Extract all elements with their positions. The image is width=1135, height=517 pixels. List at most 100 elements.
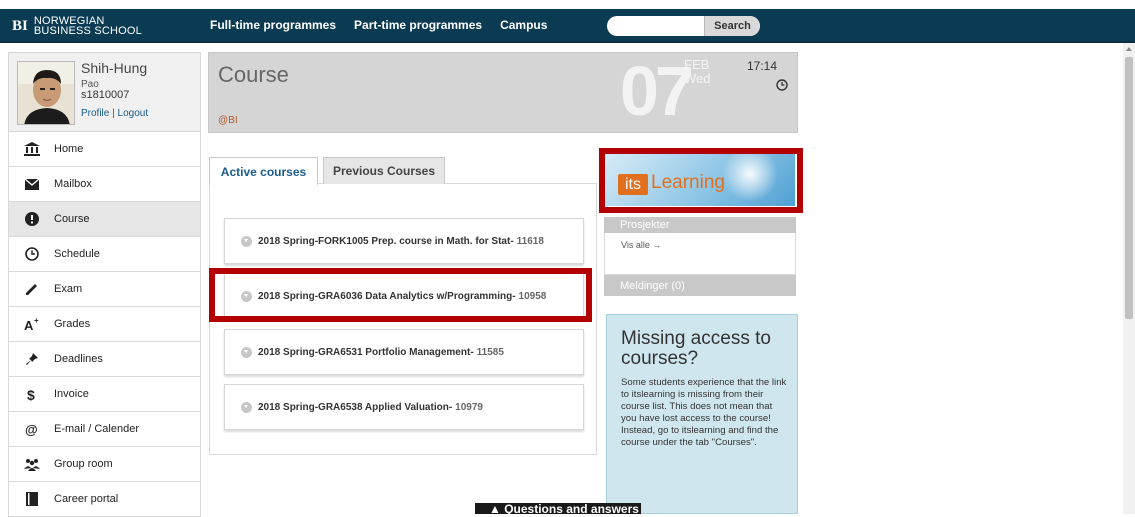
date-day: 07 (620, 52, 694, 130)
main-nav: Full-time programmes Part-time programme… (210, 18, 547, 32)
bank-icon (24, 141, 40, 157)
nav-part-time-programmes[interactable]: Part-time programmes (354, 18, 482, 32)
course-sep: - (470, 346, 474, 358)
page-title: Course (218, 62, 289, 87)
sidebar-item-home[interactable]: Home (8, 132, 201, 167)
logo-line2: BUSINESS SCHOOL (33, 25, 142, 37)
course-sep: - (512, 290, 516, 302)
sidebar-menu: Home Mailbox Course Schedule Exam A + Gra… (8, 132, 201, 517)
book-icon (24, 491, 40, 507)
sidebar-item-label: Career portal (54, 493, 119, 505)
course-code: 11618 (516, 235, 544, 247)
tab-active-courses[interactable]: Active courses (209, 157, 318, 185)
course-term: 2018 Spring (258, 401, 315, 413)
sidebar-item-exam[interactable]: Exam (8, 272, 201, 307)
sidebar-item-label: Schedule (54, 248, 100, 260)
sidebar-item-course[interactable]: Course (8, 202, 201, 237)
sidebar-item-invoice[interactable]: $ Invoice (8, 377, 201, 412)
profile-links: Profile | Logout (81, 108, 148, 119)
profile-link[interactable]: Profile (81, 108, 109, 119)
search-input[interactable] (607, 16, 707, 36)
course-term: 2018 Spring (258, 346, 315, 358)
course-item[interactable]: 2018 Spring - GRA6036 Data Analytics w/P… (224, 273, 584, 319)
clock-icon (24, 246, 40, 262)
bi-logo[interactable]: BI NORWEGIAN BUSINESS SCHOOL (12, 14, 142, 38)
profile-card: Shih-Hung Pao s1810007 Profile | Logout (8, 52, 201, 132)
expand-icon (241, 401, 252, 413)
itslearning-logo-text: Learning (651, 172, 725, 193)
itslearning-banner[interactable]: its Learning (604, 154, 795, 206)
svg-text:@: @ (25, 422, 38, 436)
course-code: 11585 (476, 346, 504, 358)
current-time: 17:14 (747, 59, 778, 73)
nav-campus[interactable]: Campus (500, 18, 547, 32)
pencil-icon (24, 281, 40, 297)
expand-icon (241, 290, 252, 302)
sidebar-item-deadlines[interactable]: Deadlines (8, 342, 201, 377)
course-item[interactable]: 2018 Spring - GRA6538 Applied Valuation … (224, 384, 584, 430)
sidebar-item-mailbox[interactable]: Mailbox (8, 167, 201, 202)
sidebar-item-grades[interactable]: A + Grades (8, 307, 201, 342)
sidebar-item-email-calendar[interactable]: @ E-mail / Calender (8, 412, 201, 447)
sidebar-item-schedule[interactable]: Schedule (8, 237, 201, 272)
logo-text: NORWEGIAN BUSINESS SCHOOL (33, 16, 142, 37)
qa-label: Questions and answers (504, 503, 639, 514)
sidebar-item-label: Group room (54, 458, 113, 470)
itslearning-logo-its: its (618, 174, 648, 195)
sidebar-item-group-room[interactable]: Group room (8, 447, 201, 482)
sidebar-item-label: Invoice (54, 388, 89, 400)
scroll-up-arrow-icon[interactable] (1126, 47, 1132, 51)
date-month-weekday: FEB Wed (684, 58, 711, 86)
page-scrollbar[interactable] (1123, 43, 1135, 514)
tab-previous-courses[interactable]: Previous Courses (323, 157, 445, 184)
at-icon: @ (24, 421, 40, 437)
sidebar-item-label: Grades (54, 318, 91, 330)
course-name: GRA6531 Portfolio Management (318, 346, 471, 358)
course-term: 2018 Spring (258, 235, 315, 247)
sidebar-item-label: Course (54, 213, 90, 225)
student-id: s1810007 (81, 89, 130, 101)
grade-a-plus-icon: A + (24, 316, 40, 332)
group-icon (24, 456, 40, 472)
svg-text:A: A (24, 318, 34, 331)
course-name: FORK1005 Prep. course in Math. for Stat (318, 235, 511, 247)
see-all-link[interactable]: Vis alle → (621, 240, 661, 250)
projects-header: Prosjekter (604, 217, 796, 233)
sidebar-item-label: E-mail / Calender (54, 423, 139, 435)
course-header: Course @BI 07 FEB Wed 17:14 (208, 52, 798, 133)
search-button[interactable]: Search (704, 16, 760, 36)
course-item[interactable]: 2018 Spring - FORK1005 Prep. course in M… (224, 218, 584, 264)
dollar-icon: $ (24, 386, 40, 402)
sidebar-item-label: Home (54, 143, 84, 155)
course-code: 10958 (518, 290, 547, 302)
exclamation-icon (24, 211, 40, 227)
nav-full-time-programmes[interactable]: Full-time programmes (210, 18, 336, 32)
logout-link[interactable]: Logout (118, 108, 149, 119)
scroll-thumb[interactable] (1125, 57, 1133, 319)
missing-access-title: Missing access to courses? (621, 328, 771, 369)
course-term: 2018 Spring (258, 290, 315, 302)
sidebar-item-label: Mailbox (54, 178, 92, 190)
messages-header[interactable]: Meldinger (0) (604, 275, 796, 296)
sidebar-item-label: Exam (54, 283, 83, 295)
missing-access-text: Some students experience that the link t… (621, 377, 787, 448)
top-whitespace (0, 0, 1135, 9)
banner-glow (715, 154, 785, 204)
course-sep: - (510, 235, 514, 247)
svg-text:$: $ (27, 387, 35, 401)
expand-icon (241, 235, 252, 247)
missing-access-box: Missing access to courses? Some students… (606, 314, 798, 514)
pushpin-icon (24, 351, 40, 367)
projects-body: Vis alle → (604, 233, 796, 275)
course-item[interactable]: 2018 Spring - GRA6531 Portfolio Manageme… (224, 329, 584, 375)
top-navbar: BI NORWEGIAN BUSINESS SCHOOL Full-time p… (0, 9, 1135, 43)
clock-icon (776, 78, 788, 96)
link-separator: | (109, 108, 118, 119)
course-name: GRA6036 Data Analytics w/Programming (318, 290, 513, 302)
sidebar-item-career-portal[interactable]: Career portal (8, 482, 201, 517)
org-tag: @BI (218, 115, 238, 126)
expand-icon (241, 346, 252, 358)
search-box: Search (607, 16, 760, 36)
questions-answers-tab[interactable]: ▲ Questions and answers (475, 503, 641, 514)
mail-icon (24, 176, 40, 192)
